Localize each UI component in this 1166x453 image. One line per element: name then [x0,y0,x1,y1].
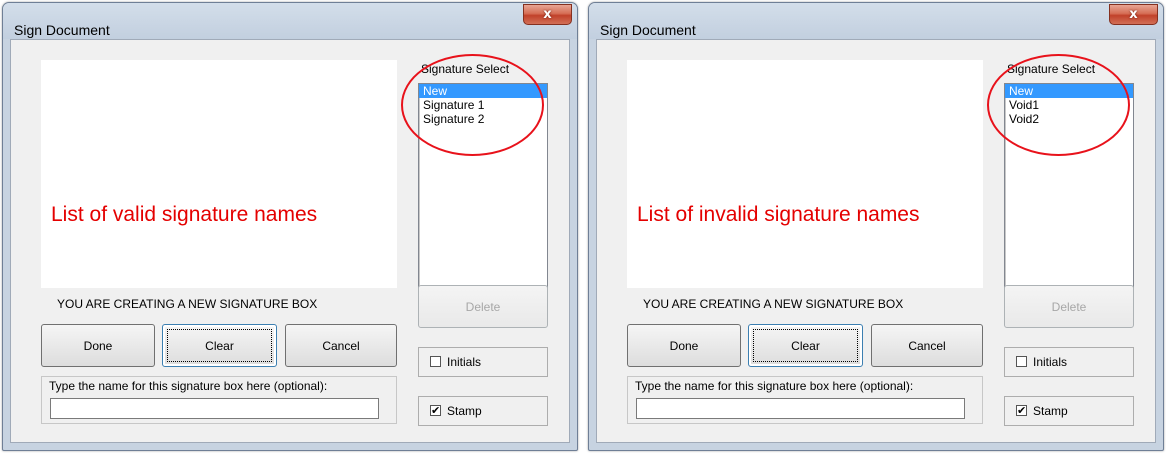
name-group: Type the name for this signature box her… [41,376,397,424]
initials-checkbox[interactable]: Initials [418,347,548,377]
stamp-checkbox[interactable]: ✔ Stamp [418,396,548,426]
cancel-button[interactable]: Cancel [871,324,983,367]
stamp-checkbox[interactable]: ✔ Stamp [1004,396,1134,426]
name-field-label: Type the name for this signature box her… [635,379,914,393]
name-field-label: Type the name for this signature box her… [49,379,328,393]
title-bar: Sign Document x [3,3,577,39]
focus-ring [753,329,858,362]
highlight-ellipse [987,54,1130,156]
checkbox-square [430,356,441,367]
annotation-text: List of invalid signature names [637,203,920,226]
signature-canvas[interactable]: List of invalid signature names [627,60,983,288]
delete-button[interactable]: Delete [1004,285,1134,328]
stamp-label: Stamp [447,404,482,418]
dialog-title: Sign Document [14,22,110,38]
clear-button[interactable]: Clear [748,324,863,367]
done-button[interactable]: Done [627,324,741,367]
dialog-title: Sign Document [600,22,696,38]
sign-document-dialog-invalid: Sign Document x List of invalid signatur… [588,2,1164,451]
delete-button[interactable]: Delete [418,285,548,328]
name-input[interactable] [50,398,379,419]
status-text: YOU ARE CREATING A NEW SIGNATURE BOX [643,297,904,311]
initials-label: Initials [1033,355,1068,369]
initials-label: Initials [447,355,482,369]
name-input[interactable] [636,398,965,419]
dialog-body: List of invalid signature names Signatur… [596,39,1156,443]
cancel-button[interactable]: Cancel [285,324,397,367]
checkbox-square [1016,356,1027,367]
signature-canvas[interactable]: List of valid signature names [41,60,397,288]
close-icon: x [1129,7,1138,22]
close-icon: x [543,7,552,22]
close-button[interactable]: x [523,4,572,25]
initials-checkbox[interactable]: Initials [1004,347,1134,377]
checkmark-icon: ✔ [1016,404,1027,417]
focus-ring [167,329,272,362]
annotation-text: List of valid signature names [51,203,318,226]
highlight-ellipse [401,54,544,156]
checkmark-icon: ✔ [430,404,441,417]
dialog-body: List of valid signature names Signature … [10,39,570,443]
clear-button[interactable]: Clear [162,324,277,367]
sign-document-dialog-valid: Sign Document x List of valid signature … [2,2,578,451]
name-group: Type the name for this signature box her… [627,376,983,424]
title-bar: Sign Document x [589,3,1163,39]
status-text: YOU ARE CREATING A NEW SIGNATURE BOX [57,297,318,311]
done-button[interactable]: Done [41,324,155,367]
stamp-label: Stamp [1033,404,1068,418]
close-button[interactable]: x [1109,4,1158,25]
